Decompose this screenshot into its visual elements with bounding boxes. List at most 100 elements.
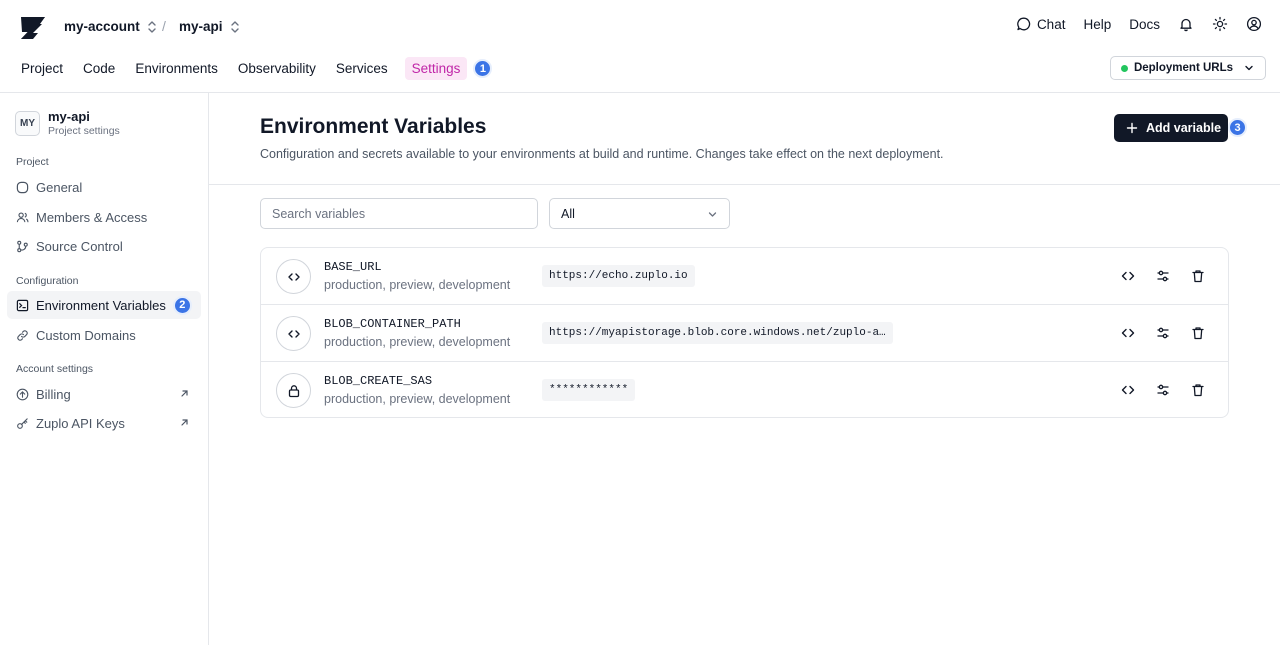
section-account-settings: Account settings [16,363,94,375]
sidebar-item-members[interactable]: Members & Access [7,203,201,231]
code-icon [287,272,300,281]
page-header: Environment Variables Configuration and … [209,93,1280,185]
variable-name: BLOB_CONTAINER_PATH [324,317,461,331]
deployment-urls-button[interactable]: Deployment URLs [1109,56,1266,80]
arrow-up-circle-icon [16,388,29,400]
section-project: Project [16,156,49,168]
project-avatar: MY [15,110,40,136]
tab-observability[interactable]: Observability [229,57,325,80]
sidebar-item-api-keys[interactable]: Zuplo API Keys [7,409,201,437]
sidebar-item-label: Environment Variables [36,297,166,313]
table-row[interactable]: BASE_URL production, preview, developmen… [261,248,1228,305]
tab-services[interactable]: Services [327,57,397,80]
main-nav: Project Code Environments Observability … [12,57,493,80]
sun-icon[interactable] [1212,16,1228,32]
variable-name: BASE_URL [324,260,382,274]
tab-environments[interactable]: Environments [126,57,227,80]
chevrons-up-down-icon [230,20,239,33]
account-name: my-account [64,19,140,34]
step-badge: 2 [172,295,192,315]
chevrons-up-down-icon [148,20,156,33]
project-switcher[interactable]: my-api [179,19,241,34]
row-actions [1120,325,1206,341]
trash-icon[interactable] [1190,325,1206,341]
settings-sidebar: MY my-api Project settings Project Gener… [0,93,209,645]
users-icon [16,211,29,222]
code-icon [287,329,300,338]
sidebar-item-label: General [36,179,83,195]
variable-value: https://myapistorage.blob.core.windows.n… [542,322,893,344]
step-badge: 1 [473,59,493,78]
row-actions [1120,268,1206,284]
settings-sliders-icon[interactable] [1155,268,1171,284]
variable-type-badge [276,373,311,408]
top-bar: my-account / my-api Chat Help Docs Proje… [0,0,1280,93]
page-title: Environment Variables [260,115,487,138]
project-name: my-api [179,19,223,34]
variable-name: BLOB_CREATE_SAS [324,374,433,388]
git-branch-icon [17,240,28,252]
variable-type-badge [276,259,311,294]
sidebar-item-environment-variables[interactable]: Environment Variables 2 [7,291,201,319]
chevron-down-icon [708,212,717,217]
project-subtitle: Project settings [48,125,120,137]
external-link-icon [181,419,188,426]
chat-link[interactable]: Chat [1016,16,1066,32]
variable-environments: production, preview, development [324,392,511,406]
code-icon[interactable] [1120,382,1136,398]
page-description: Configuration and secrets available to y… [260,147,944,161]
variable-environments: production, preview, development [324,278,511,292]
tab-code[interactable]: Code [74,57,124,80]
main-content: Environment Variables Configuration and … [209,93,1280,645]
sidebar-item-custom-domains[interactable]: Custom Domains [7,321,201,349]
user-circle-icon[interactable] [1246,16,1262,32]
breadcrumb-separator: / [162,18,166,34]
table-row[interactable]: BLOB_CONTAINER_PATH production, preview,… [261,305,1228,362]
sidebar-item-label: Billing [36,386,71,402]
project-header: MY my-api Project settings [15,109,120,137]
sidebar-item-label: Members & Access [36,209,148,225]
zuplo-logo-icon[interactable] [18,14,48,42]
plus-icon [1126,122,1138,134]
trash-icon[interactable] [1190,382,1206,398]
lock-icon [288,384,299,397]
terminal-square-icon [16,299,29,311]
bell-icon[interactable] [1178,16,1194,32]
external-link-icon [181,390,188,397]
settings-sliders-icon[interactable] [1155,325,1171,341]
circle-icon [16,181,29,193]
tab-settings[interactable]: Settings [404,57,468,80]
trash-icon[interactable] [1190,268,1206,284]
code-icon[interactable] [1120,325,1136,341]
step-badge: 3 [1228,118,1247,137]
docs-link[interactable]: Docs [1129,17,1160,32]
sidebar-item-general[interactable]: General [7,173,201,201]
table-row[interactable]: BLOB_CREATE_SAS production, preview, dev… [261,362,1228,417]
chat-label: Chat [1036,16,1066,32]
add-variable-button[interactable]: Add variable [1114,114,1228,142]
sidebar-item-label: Zuplo API Keys [36,415,125,431]
search-input[interactable] [260,198,538,229]
help-link[interactable]: Help [1083,17,1111,32]
variable-value: https://echo.zuplo.io [542,265,695,287]
variables-table: BASE_URL production, preview, developmen… [260,247,1229,418]
add-variable-label: Add variable [1146,121,1222,135]
code-icon[interactable] [1120,268,1136,284]
tab-project[interactable]: Project [12,57,72,80]
key-icon [17,417,28,429]
section-configuration: Configuration [16,275,79,287]
row-actions [1120,382,1206,398]
account-switcher[interactable]: my-account [64,19,158,34]
environment-filter-select[interactable]: All [549,198,730,229]
sidebar-item-label: Source Control [36,238,123,254]
link-icon [17,329,28,341]
project-title: my-api [48,109,90,124]
sidebar-item-source-control[interactable]: Source Control [7,232,201,260]
chat-bubble-icon [1017,17,1031,31]
status-dot [1120,64,1128,72]
sidebar-item-billing[interactable]: Billing [7,380,201,408]
top-right-links: Chat Help Docs [1016,16,1262,32]
chevron-down-icon [1245,65,1253,71]
settings-sliders-icon[interactable] [1155,382,1171,398]
deployment-urls-label: Deployment URLs [1133,62,1233,74]
